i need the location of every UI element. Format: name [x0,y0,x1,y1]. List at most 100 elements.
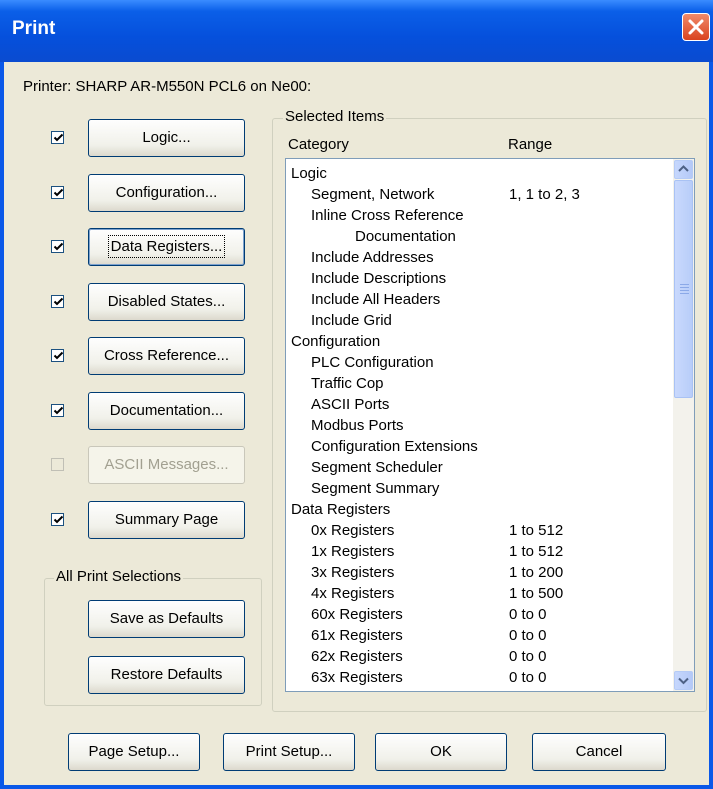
item-category: 0x Registers [311,522,395,539]
close-button[interactable] [682,13,710,41]
list-item[interactable]: Documentation [291,226,661,247]
list-item[interactable]: Segment Summary [291,478,661,499]
item-range: 0 to 0 [509,669,547,686]
cross-reference-button[interactable]: Cross Reference... [88,337,245,375]
list-item[interactable]: 64x Registers 0 to 0 [291,688,661,691]
item-category: Inline Cross Reference [311,207,464,224]
item-category: Include Grid [311,312,392,329]
checkmark-icon [53,297,64,306]
list-item[interactable]: Include Grid [291,310,661,331]
logic-checkbox[interactable] [51,131,64,144]
ascii-messages-checkbox [51,458,64,471]
item-category: 64x Registers [311,688,403,691]
list-item[interactable]: Logic [291,163,661,184]
close-icon [688,19,704,35]
item-category: Include Descriptions [311,270,447,287]
title-bar[interactable]: Print [0,0,713,62]
item-range: 1 to 512 [509,543,564,560]
item-category: Configuration Extensions [311,438,478,455]
item-range: 1 to 200 [509,564,564,581]
checkmark-icon [53,188,64,197]
documentation-button[interactable]: Documentation... [88,392,245,430]
item-category: Configuration [291,333,381,350]
item-category: Include All Headers [311,291,441,308]
data-registers-checkbox[interactable] [51,240,64,253]
data-registers-button[interactable]: Data Registers... [88,228,245,266]
documentation-checkbox[interactable] [51,404,64,417]
item-range: 0 to 0 [509,627,547,644]
configuration-checkbox[interactable] [51,186,64,199]
checkmark-icon [53,351,64,360]
item-range: 0 to 0 [509,648,547,665]
list-item[interactable]: Traffic Cop [291,373,661,394]
summary-page-button[interactable]: Summary Page [88,501,245,539]
checkmark-icon [53,406,64,415]
summary-page-checkbox[interactable] [51,513,64,526]
list-item[interactable]: Include Descriptions [291,268,661,289]
item-category: PLC Configuration [311,354,434,371]
item-category: Modbus Ports [311,417,404,434]
ok-button[interactable]: OK [375,733,507,771]
disabled-states-button[interactable]: Disabled States... [88,283,245,321]
scroll-thumb[interactable] [674,180,693,398]
list-item[interactable]: Segment Scheduler [291,457,661,478]
item-category: Segment Summary [311,480,440,497]
list-item[interactable]: Data Registers [291,499,661,520]
restore-defaults-button[interactable]: Restore Defaults [88,656,245,694]
chevron-down-icon [678,677,689,685]
all-print-selections-label: All Print Selections [54,568,184,585]
range-column-header: Range [508,136,553,153]
page-setup-button[interactable]: Page Setup... [68,733,200,771]
item-category: Traffic Cop [311,375,384,392]
scroll-up-button[interactable] [674,160,693,179]
cross-reference-checkbox[interactable] [51,349,64,362]
item-category: Logic [291,165,327,182]
print-setup-button[interactable]: Print Setup... [223,733,355,771]
vertical-scrollbar[interactable] [673,159,694,691]
list-item[interactable]: ASCII Ports [291,394,661,415]
logic-button[interactable]: Logic... [88,119,245,157]
chevron-up-icon [678,165,689,172]
item-range: 1 to 512 [509,522,564,539]
list-item[interactable]: Inline Cross Reference [291,205,661,226]
cancel-button[interactable]: Cancel [532,733,666,771]
list-item[interactable]: Configuration [291,331,661,352]
item-range: 0 to 0 [509,606,547,623]
save-as-defaults-button[interactable]: Save as Defaults [88,600,245,638]
item-category: Segment, Network [311,186,435,203]
printer-label: Printer: SHARP AR-M550N PCL6 on Ne00: [23,78,312,95]
list-item[interactable]: Segment, Network 1, 1 to 2, 3 [291,184,661,205]
configuration-button[interactable]: Configuration... [88,174,245,212]
list-item[interactable]: Modbus Ports [291,415,661,436]
item-category: Include Addresses [311,249,434,266]
list-item[interactable]: 4x Registers 1 to 500 [291,583,661,604]
disabled-states-checkbox[interactable] [51,295,64,308]
item-range: 1, 1 to 2, 3 [509,186,580,203]
item-category: 60x Registers [311,606,403,623]
list-item[interactable]: 63x Registers 0 to 0 [291,667,661,688]
list-item[interactable]: 61x Registers 0 to 0 [291,625,661,646]
list-item[interactable]: 60x Registers 0 to 0 [291,604,661,625]
item-category: 63x Registers [311,669,403,686]
category-column-header: Category [288,136,349,153]
selected-items-list[interactable]: Logic Segment, Network 1, 1 to 2, 3 Inline … [285,158,695,692]
list-item[interactable]: Include Addresses [291,247,661,268]
item-category: Documentation [355,228,456,245]
list-item[interactable]: 0x Registers 1 to 512 [291,520,661,541]
scroll-down-button[interactable] [674,671,693,690]
list-item[interactable]: 1x Registers 1 to 512 [291,541,661,562]
checkmark-icon [53,242,64,251]
item-category: ASCII Ports [311,396,390,413]
checkmark-icon [53,133,64,142]
item-category: 1x Registers [311,543,395,560]
window-title: Print [12,18,56,39]
list-item[interactable]: Include All Headers [291,289,661,310]
item-category: Segment Scheduler [311,459,443,476]
list-item[interactable]: 62x Registers 0 to 0 [291,646,661,667]
list-item[interactable]: 3x Registers 1 to 200 [291,562,661,583]
item-range: 1 to 500 [509,585,564,602]
selected-items-label: Selected Items [283,108,387,125]
list-item[interactable]: PLC Configuration [291,352,661,373]
list-item[interactable]: Configuration Extensions [291,436,661,457]
item-category: 3x Registers [311,564,395,581]
